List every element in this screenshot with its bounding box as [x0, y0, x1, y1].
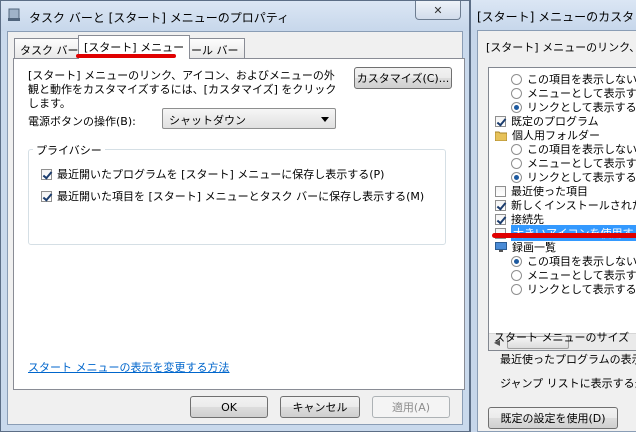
ok-button-label: OK	[221, 400, 237, 414]
folder-icon	[495, 131, 507, 141]
customize-button[interactable]: カスタマイズ(C)...	[354, 67, 452, 89]
start-menu-tab-panel: [スタート] メニューのリンク、アイコン、およびメニューの外観と動作をカスタマイ…	[13, 58, 465, 390]
power-button-label: 電源ボタンの操作(B):	[28, 115, 136, 128]
description-text: [スタート] メニューのリンク、アイコン、およびメニューの外観と動作をカスタマイ…	[28, 69, 337, 110]
window-title: タスク バーと [スタート] メニューのプロパティ	[29, 11, 290, 25]
privacy-recent-programs-option[interactable]: 最近開いたプログラムを [スタート] メニューに保存し表示する(P)	[41, 166, 384, 182]
apply-button[interactable]: 適用(A)	[372, 396, 450, 418]
annotation-underline	[492, 233, 636, 238]
privacy-recent-items-option[interactable]: 最近開いた項目を [スタート] メニューとタスク バーに保存し表示する(M)	[41, 188, 424, 204]
title-bar[interactable]: [スタート] メニューのカスタ	[471, 0, 636, 30]
radio-icon[interactable]	[511, 87, 522, 99]
dialog-client-area: タスク バー [スタート] メニュー ツール バー [スタート] メニューのリン…	[7, 31, 465, 425]
radio-icon[interactable]	[511, 101, 522, 113]
chevron-down-icon	[321, 117, 329, 122]
list-item-label: リンクとして表示する	[527, 283, 636, 296]
radio-icon[interactable]	[511, 73, 522, 85]
ok-button[interactable]: OK	[190, 396, 268, 418]
list-item[interactable]: この項目を表示しない	[511, 254, 636, 268]
radio-icon[interactable]	[511, 269, 522, 281]
list-item[interactable]: メニューとして表示する	[511, 268, 636, 282]
close-button[interactable]: ✕	[415, 1, 461, 20]
start-menu-options-list[interactable]: この項目を表示しない メニューとして表示する リンクとして表示する 既定のプログラム個…	[488, 67, 636, 351]
use-default-settings-label: 既定の設定を使用(D)	[500, 412, 606, 425]
checkbox-icon[interactable]	[495, 115, 506, 127]
checkbox-icon[interactable]	[41, 168, 52, 180]
checkbox-icon[interactable]	[495, 185, 506, 197]
recent-programs-count-label: 最近使ったプログラムの表示	[500, 353, 636, 366]
radio-icon[interactable]	[511, 157, 522, 169]
taskbar-app-icon	[8, 8, 20, 21]
privacy-recent-items-label: 最近開いた項目を [スタート] メニューとタスク バーに保存し表示する(M)	[57, 190, 425, 203]
list-item[interactable]: 録画一覧	[495, 240, 556, 254]
help-link[interactable]: スタート メニューの表示を変更する方法	[28, 359, 230, 375]
radio-icon[interactable]	[511, 143, 522, 155]
window-title: [スタート] メニューのカスタ	[477, 10, 635, 24]
list-item[interactable]: 最近使った項目	[495, 184, 588, 198]
privacy-recent-programs-label: 最近開いたプログラムを [スタート] メニューに保存し表示する(P)	[57, 168, 385, 181]
radio-icon[interactable]	[511, 171, 522, 183]
monitor-icon	[495, 241, 507, 252]
list-item[interactable]: 接続先	[495, 212, 544, 226]
list-item[interactable]: 個人用フォルダー	[495, 128, 600, 142]
checkbox-icon[interactable]	[495, 199, 506, 211]
cancel-button[interactable]: キャンセル	[280, 396, 360, 418]
list-item[interactable]: この項目を表示しない	[511, 72, 636, 86]
annotation-underline	[76, 54, 176, 58]
tab-taskbar-label: タスク バー	[20, 44, 79, 57]
list-item[interactable]: 新しくインストールされたプ	[495, 198, 636, 212]
use-default-settings-button[interactable]: 既定の設定を使用(D)	[488, 407, 618, 429]
cancel-button-label: キャンセル	[292, 401, 348, 414]
radio-icon[interactable]	[511, 255, 522, 267]
description-text: [スタート] メニューのリンク、アイコ	[486, 41, 636, 54]
radio-icon[interactable]	[511, 283, 522, 295]
list-item[interactable]: 既定のプログラム	[495, 114, 599, 128]
privacy-group: プライバシー 最近開いたプログラムを [スタート] メニューに保存し表示する(P…	[28, 142, 446, 245]
list-item[interactable]: メニューとして表示する	[511, 156, 636, 170]
close-icon: ✕	[433, 3, 443, 17]
customize-start-menu-window: [スタート] メニューのカスタ [スタート] メニューのリンク、アイコ この項目…	[470, 0, 636, 432]
power-button-select[interactable]: シャットダウン	[162, 108, 336, 129]
size-group-title: スタート メニューのサイズ	[494, 331, 630, 344]
apply-button-label: 適用(A)	[391, 401, 431, 414]
dialog-client-area: [スタート] メニューのリンク、アイコ この項目を表示しないメニューとして表示す…	[477, 30, 636, 432]
list-item[interactable]: リンクとして表示する	[511, 100, 636, 114]
list-item[interactable]: リンクとして表示する	[511, 170, 636, 184]
list-item[interactable]: メニューとして表示する	[511, 86, 636, 100]
tab-taskbar[interactable]: タスク バー	[14, 38, 85, 58]
jump-list-count-label: ジャンプ リストに表示する最近	[500, 377, 636, 390]
checkbox-icon[interactable]	[41, 190, 52, 202]
list-item[interactable]: この項目を表示しない	[511, 142, 636, 156]
title-bar[interactable]: タスク バーと [スタート] メニューのプロパティ ✕	[1, 1, 469, 31]
privacy-group-title: プライバシー	[33, 142, 105, 158]
list-item[interactable]: リンクとして表示する	[511, 282, 636, 296]
power-button-value: シャットダウン	[169, 114, 246, 127]
checkbox-icon[interactable]	[495, 213, 506, 225]
customize-button-label: カスタマイズ(C)...	[356, 72, 450, 85]
tab-start-menu-label: [スタート] メニュー	[84, 41, 185, 54]
taskbar-properties-window: タスク バーと [スタート] メニューのプロパティ ✕ タスク バー [スタート…	[0, 0, 470, 432]
